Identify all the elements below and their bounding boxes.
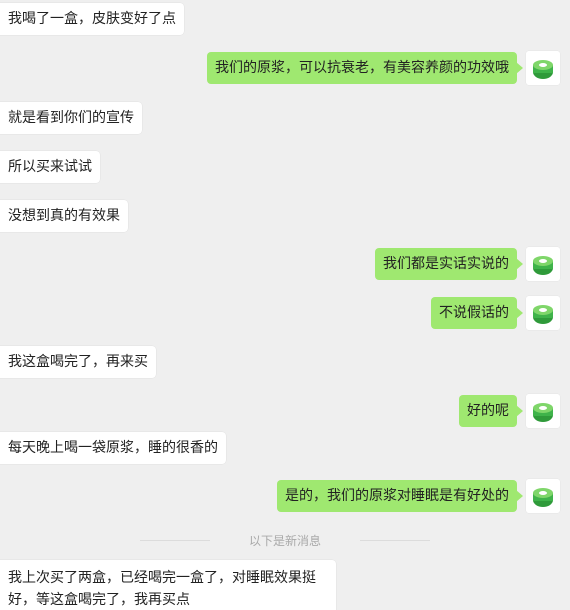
message-text: 没想到真的有效果 [8,208,120,224]
avatar[interactable] [526,247,560,281]
outgoing-message[interactable]: 我们都是实话实说的 [375,248,523,280]
chat-window: 我喝了一盒，皮肤变好了点 我们的原浆，可以抗衰老，有美容养颜的功效哦 就是看到你… [0,0,570,610]
green-cake-avatar-icon [526,479,560,513]
message-text: 所以买来试试 [8,159,92,175]
message-text: 我喝了一盒，皮肤变好了点 [8,11,176,27]
green-cake-avatar-icon [526,51,560,85]
incoming-message[interactable]: 没想到真的有效果 [0,200,128,232]
incoming-message[interactable]: 所以买来试试 [0,151,100,183]
outgoing-message[interactable]: 不说假话的 [431,297,523,329]
outgoing-message[interactable]: 是的，我们的原浆对睡眠是有好处的 [277,480,523,512]
green-cake-avatar-icon [526,394,560,428]
incoming-message[interactable]: 我喝了一盒，皮肤变好了点 [0,3,184,35]
new-messages-divider: 以下是新消息 [140,530,430,550]
incoming-message[interactable]: 就是看到你们的宣传 [0,102,142,134]
incoming-message[interactable]: 我这盒喝完了，再来买 [0,346,156,378]
outgoing-message[interactable]: 我们的原浆，可以抗衰老，有美容养颜的功效哦 [207,52,523,84]
incoming-message[interactable]: 我上次买了两盒，已经喝完一盒了，对睡眠效果挺好，等这盒喝完了，我再买点 [0,560,336,610]
message-text: 我这盒喝完了，再来买 [8,354,148,370]
avatar[interactable] [526,51,560,85]
message-text: 我们的原浆，可以抗衰老，有美容养颜的功效哦 [215,60,509,76]
green-cake-avatar-icon [526,247,560,281]
message-text: 我上次买了两盒，已经喝完一盒了，对睡眠效果挺好，等这盒喝完了，我再买点 [8,570,316,608]
avatar[interactable] [526,296,560,330]
message-text: 每天晚上喝一袋原浆，睡的很香的 [8,440,218,456]
green-cake-avatar-icon [526,296,560,330]
message-text: 好的呢 [467,403,509,419]
incoming-message[interactable]: 每天晚上喝一袋原浆，睡的很香的 [0,432,226,464]
message-text: 我们都是实话实说的 [383,256,509,272]
avatar[interactable] [526,394,560,428]
message-text: 不说假话的 [439,305,509,321]
divider-label: 以下是新消息 [248,534,321,548]
message-text: 就是看到你们的宣传 [8,110,134,126]
message-text: 是的，我们的原浆对睡眠是有好处的 [285,488,509,504]
outgoing-message[interactable]: 好的呢 [459,395,523,427]
avatar[interactable] [526,479,560,513]
